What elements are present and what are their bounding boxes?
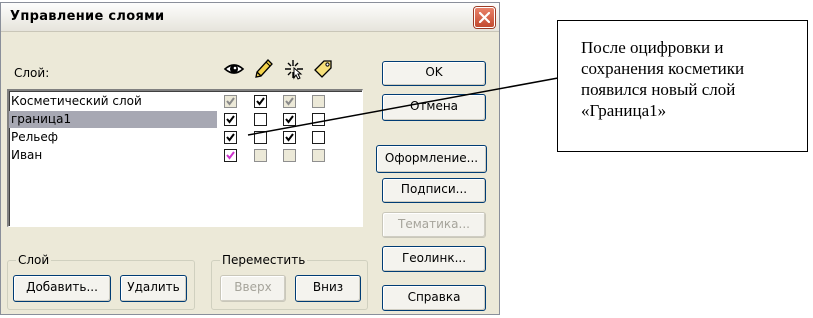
annotation-callout: После оцифровки и сохранения косметики п… — [557, 20, 808, 152]
callout-text: После оцифровки и сохранения косметики п… — [581, 38, 745, 120]
